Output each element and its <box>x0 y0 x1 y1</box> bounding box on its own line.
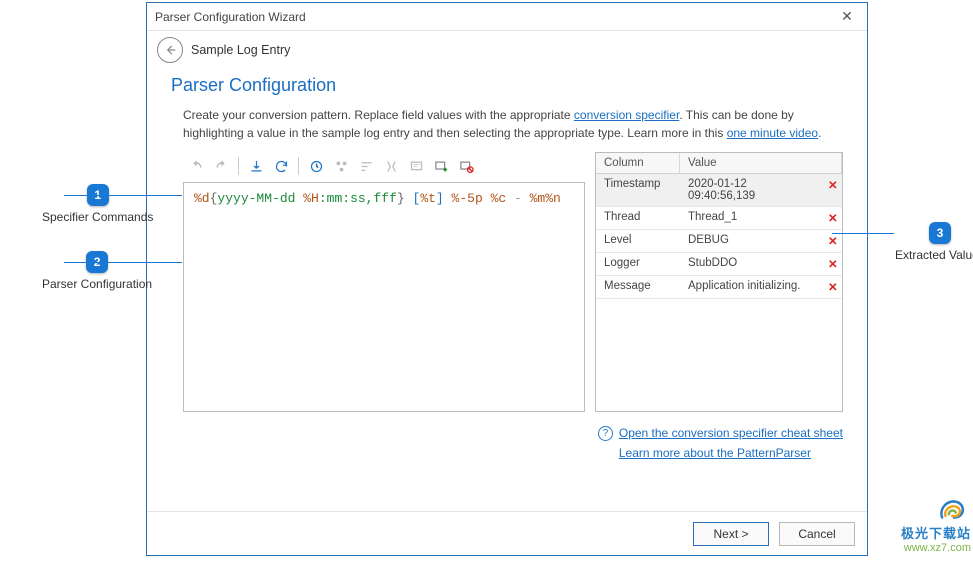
watermark-url: www.xz7.com <box>901 542 971 555</box>
dialog-content: Parser Configuration Create your convers… <box>147 69 867 511</box>
arrow-left-icon <box>163 43 177 57</box>
table-row[interactable]: Logger StubDDO ✕ <box>596 253 842 276</box>
cell-column: Logger <box>596 253 680 273</box>
cell-column: Thread <box>596 207 680 227</box>
editor-column: %d{yyyy-MM-dd %H:mm:ss,fff} [%t] %-5p %c… <box>183 152 585 412</box>
table-body: Timestamp 2020-01-12 09:40:56,139 ✕ Thre… <box>596 174 842 411</box>
reload-button[interactable] <box>270 156 292 176</box>
conversion-specifier-link[interactable]: conversion specifier <box>574 108 679 122</box>
window-title: Parser Configuration Wizard <box>155 10 835 24</box>
extracted-values-column: Column Value Timestamp 2020-01-12 09:40:… <box>595 152 843 412</box>
help-icon: ? <box>598 426 613 441</box>
cell-value: Thread_1 <box>680 207 820 227</box>
watermark: 极光下载站 www.xz7.com <box>901 495 971 555</box>
pattern-parser-link[interactable]: Learn more about the PatternParser <box>619 446 843 460</box>
remove-row-button[interactable]: ✕ <box>820 276 842 298</box>
button-bar: Next > Cancel <box>147 511 867 555</box>
cell-column: Timestamp <box>596 174 680 194</box>
toolbar-sep <box>238 157 239 175</box>
undo-button[interactable] <box>185 156 207 176</box>
callout-2: 2 Parser Configuration <box>42 251 152 291</box>
callout-label: Specifier Commands <box>42 210 153 224</box>
callout-line <box>64 195 182 196</box>
close-button[interactable]: ✕ <box>835 8 859 25</box>
next-button[interactable]: Next > <box>693 522 769 546</box>
table-row[interactable]: Level DEBUG ✕ <box>596 230 842 253</box>
redo-button[interactable] <box>210 156 232 176</box>
help-links: ? Open the conversion specifier cheat sh… <box>183 426 843 460</box>
desc-text: Create your conversion pattern. Replace … <box>183 108 574 122</box>
remove-row-button[interactable]: ✕ <box>820 207 842 229</box>
cell-value: DEBUG <box>680 230 820 250</box>
pattern-editor[interactable]: %d{yyyy-MM-dd %H:mm:ss,fff} [%t] %-5p %c… <box>183 182 585 412</box>
logger-spec-button[interactable] <box>380 156 402 176</box>
level-spec-button[interactable] <box>355 156 377 176</box>
callout-3: 3 Extracted Values <box>895 222 973 262</box>
specifier-toolbar <box>183 152 585 182</box>
table-header: Column Value <box>596 153 842 174</box>
toolbar-sep <box>298 157 299 175</box>
cell-column: Message <box>596 276 680 296</box>
section-description: Create your conversion pattern. Replace … <box>183 106 843 142</box>
cancel-button[interactable]: Cancel <box>779 522 855 546</box>
remove-row-button[interactable]: ✕ <box>820 174 842 196</box>
remove-field-button[interactable] <box>455 156 477 176</box>
title-bar: Parser Configuration Wizard ✕ <box>147 3 867 31</box>
back-button[interactable] <box>157 37 183 63</box>
callout-label: Extracted Values <box>895 248 973 262</box>
cell-column: Level <box>596 230 680 250</box>
thread-spec-button[interactable] <box>330 156 352 176</box>
cell-value: StubDDO <box>680 253 820 273</box>
callout-1: 1 Specifier Commands <box>42 184 153 224</box>
cell-value: 2020-01-12 09:40:56,139 <box>680 174 820 206</box>
cheat-sheet-link[interactable]: Open the conversion specifier cheat shee… <box>619 426 843 440</box>
section-heading: Parser Configuration <box>171 75 843 96</box>
watermark-title: 极光下载站 <box>901 526 971 542</box>
header-column[interactable]: Column <box>596 153 680 173</box>
cell-value: Application initializing. <box>680 276 820 296</box>
table-row[interactable]: Timestamp 2020-01-12 09:40:56,139 ✕ <box>596 174 842 207</box>
callout-badge: 3 <box>929 222 951 244</box>
extracted-values-table: Column Value Timestamp 2020-01-12 09:40:… <box>595 152 843 412</box>
callout-line <box>64 262 182 263</box>
watermark-logo-icon <box>937 495 971 523</box>
main-split: %d{yyyy-MM-dd %H:mm:ss,fff} [%t] %-5p %c… <box>183 152 843 412</box>
table-row[interactable]: Thread Thread_1 ✕ <box>596 207 842 230</box>
message-spec-button[interactable] <box>405 156 427 176</box>
wizard-dialog: Parser Configuration Wizard ✕ Sample Log… <box>146 2 868 556</box>
one-minute-video-link[interactable]: one minute video <box>727 126 818 140</box>
table-row[interactable]: Message Application initializing. ✕ <box>596 276 842 299</box>
breadcrumb-row: Sample Log Entry <box>147 31 867 69</box>
remove-row-button[interactable]: ✕ <box>820 253 842 275</box>
desc-text: . <box>818 126 821 140</box>
breadcrumb: Sample Log Entry <box>191 43 290 57</box>
add-field-button[interactable] <box>430 156 452 176</box>
callout-label: Parser Configuration <box>42 277 152 291</box>
callout-line <box>832 233 894 234</box>
header-value[interactable]: Value <box>680 153 842 173</box>
import-button[interactable] <box>245 156 267 176</box>
timestamp-spec-button[interactable] <box>305 156 327 176</box>
